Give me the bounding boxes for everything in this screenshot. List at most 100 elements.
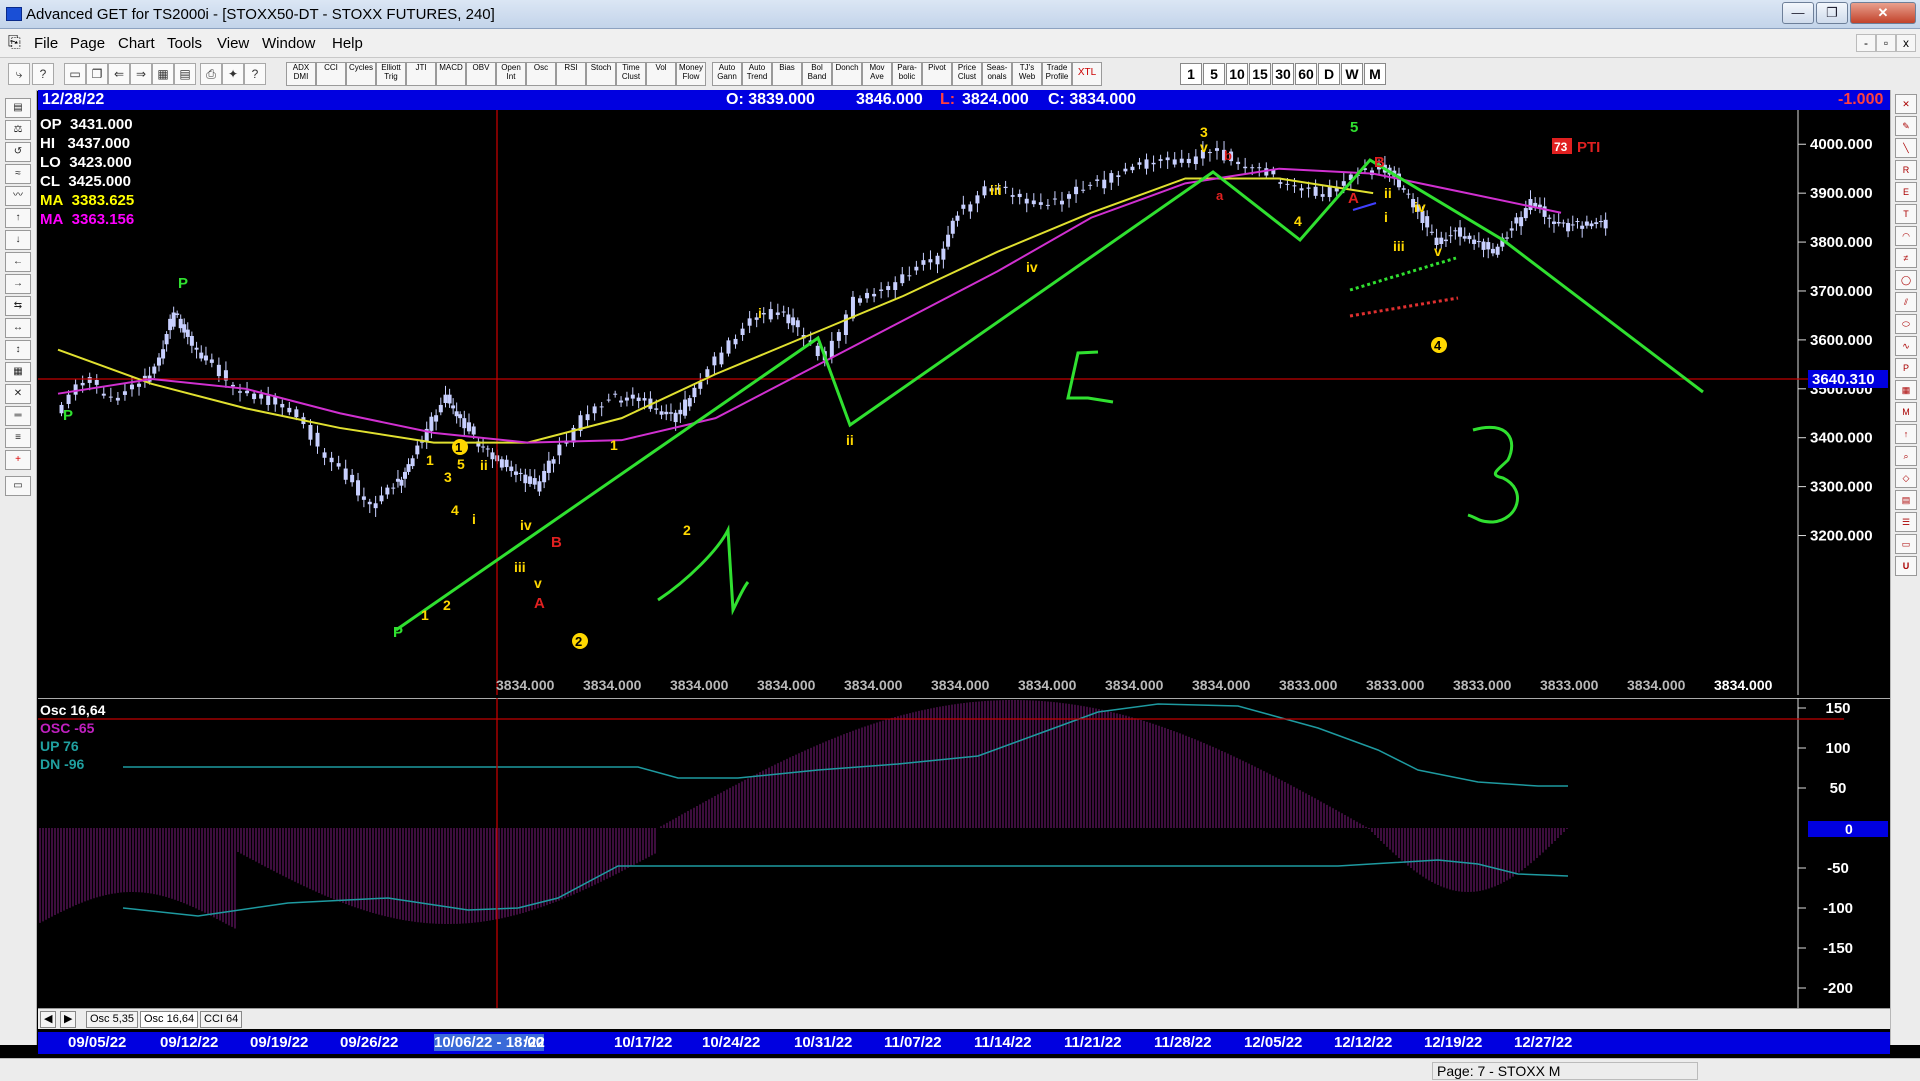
timeframe-1[interactable]: 1 (1180, 63, 1202, 85)
fib-icon[interactable]: ≡ (5, 428, 31, 448)
tab-osc-5-35[interactable]: Osc 5,35 (86, 1011, 139, 1028)
menu-view[interactable]: View (217, 35, 249, 52)
crosshair-icon[interactable]: + (5, 450, 31, 470)
tool-seasonals[interactable]: Seas-onals (982, 62, 1012, 86)
tool-xtl[interactable]: XTL (1072, 62, 1102, 86)
window-right-icon[interactable]: ⇒ (130, 63, 152, 85)
tool-bias[interactable]: Bias (772, 62, 802, 86)
fib-ext-icon[interactable]: E (1895, 182, 1917, 202)
menu-tools[interactable]: Tools (167, 35, 202, 52)
list-icon[interactable]: ☰ (1895, 512, 1917, 532)
maximize-button[interactable]: ❐ (1816, 2, 1848, 24)
arrow-left-icon[interactable]: ← (5, 252, 31, 272)
grid-tool-icon[interactable]: ▦ (1895, 380, 1917, 400)
tool-elliott-trig[interactable]: Elliott Trig (376, 62, 406, 86)
price-chart[interactable]: 4000.000 3900.000 3800.000 3700.000 3600.000… (38, 110, 1890, 695)
mob-icon[interactable]: M (1895, 402, 1917, 422)
open-icon[interactable]: ▤ (5, 98, 31, 118)
compress-icon[interactable]: ⇆ (5, 296, 31, 316)
price-chart-canvas[interactable]: 4000.000 3900.000 3800.000 3700.000 3600.000… (38, 110, 1890, 695)
reset-icon[interactable]: ↺ (5, 142, 31, 162)
tool-open-int[interactable]: Open Int (496, 62, 526, 86)
tool-auto-trend[interactable]: Auto Trend (742, 62, 772, 86)
tool-donch[interactable]: Donch (832, 62, 862, 86)
menu-help[interactable]: Help (332, 35, 363, 52)
tab-osc-16-64[interactable]: Osc 16,64 (140, 1011, 199, 1028)
timeframe-5[interactable]: 5 (1203, 63, 1225, 85)
tool-cycles[interactable]: Cycles (346, 62, 376, 86)
oscillator-pane[interactable]: 150 100 50 -50 -100 -150 -200 0 Osc 16,64 OSC … (38, 698, 1890, 1008)
tab-scroll-right[interactable]: ▶ (60, 1011, 77, 1028)
ellipse-icon[interactable]: ◯ (1895, 270, 1917, 290)
arrow-down-icon[interactable]: ↓ (5, 230, 31, 250)
tool-osc[interactable]: Osc (526, 62, 556, 86)
menu-file[interactable]: File (34, 35, 58, 52)
minimize-button[interactable]: — (1782, 2, 1814, 24)
tab-scroll-left[interactable]: ◀ (40, 1011, 57, 1028)
pointer-icon[interactable]: ⤷ (8, 63, 30, 85)
tool-trade-profile[interactable]: Trade Profile (1042, 62, 1072, 86)
fan-icon[interactable]: ≠ (1895, 248, 1917, 268)
elliott-icon[interactable]: 〰 (5, 186, 31, 206)
help-cursor-icon[interactable]: ? (32, 63, 54, 85)
timeframe-15[interactable]: 15 (1249, 63, 1271, 85)
scales-icon[interactable]: ⚖ (5, 120, 31, 140)
menu-page[interactable]: Page (70, 35, 105, 52)
study-icon[interactable]: ≈ (5, 164, 31, 184)
fib-time-icon[interactable]: T (1895, 204, 1917, 224)
line-tool-icon[interactable]: ╲ (1895, 138, 1917, 158)
tool-tjs-web[interactable]: TJ's Web (1012, 62, 1042, 86)
tool-mov-ave[interactable]: Mov Ave (862, 62, 892, 86)
mdi-minimize-button[interactable]: - (1856, 34, 1876, 52)
magnifier-icon[interactable]: ⌕ (1895, 446, 1917, 466)
mdi-close-button[interactable]: x (1896, 34, 1916, 52)
doc-tool-icon[interactable]: ▭ (1895, 534, 1917, 554)
menu-window[interactable]: Window (262, 35, 315, 52)
timeframe-d[interactable]: D (1318, 63, 1340, 85)
timeframe-m[interactable]: M (1364, 63, 1386, 85)
wave-icon[interactable]: ∿ (1895, 336, 1917, 356)
table-icon[interactable]: ▦ (5, 362, 31, 382)
tool-jti[interactable]: JTI (406, 62, 436, 86)
ellipse-tool-icon[interactable]: ⬭ (1895, 314, 1917, 334)
timeframe-60[interactable]: 60 (1295, 63, 1317, 85)
timeframe-w[interactable]: W (1341, 63, 1363, 85)
undo-icon[interactable]: U (1895, 556, 1917, 576)
arrow-right-icon[interactable]: → (5, 274, 31, 294)
grid-icon[interactable]: ▦ (152, 63, 174, 85)
new-page-icon[interactable]: ▭ (64, 63, 86, 85)
tool-pivot[interactable]: Pivot (922, 62, 952, 86)
gann-icon[interactable]: ✕ (5, 384, 31, 404)
mdi-restore-button[interactable]: ▫ (1876, 34, 1896, 52)
menu-chart[interactable]: Chart (118, 35, 155, 52)
zoom-vertical-icon[interactable]: ↕ (5, 340, 31, 360)
arrow-up-right-icon[interactable]: ↑ (1895, 424, 1917, 444)
tab-cci-64[interactable]: CCI 64 (200, 1011, 243, 1028)
help-icon[interactable]: ? (244, 63, 266, 85)
expand-icon[interactable]: ↔ (5, 318, 31, 338)
lightbulb-icon[interactable]: ✦ (222, 63, 244, 85)
calc-icon[interactable]: ▤ (1895, 490, 1917, 510)
window-left-icon[interactable]: ⇐ (108, 63, 130, 85)
tool-price-clust[interactable]: Price Clust (952, 62, 982, 86)
tool-adx[interactable]: ADX DMI (286, 62, 316, 86)
oscillator-canvas[interactable]: 150 100 50 -50 -100 -150 -200 0 (38, 698, 1890, 1008)
close-button[interactable]: ✕ (1850, 2, 1916, 24)
tool-time-clust[interactable]: Time Clust (616, 62, 646, 86)
tool-parabolic[interactable]: Para-bolic (892, 62, 922, 86)
eraser-icon[interactable]: ◇ (1895, 468, 1917, 488)
layout-icon[interactable]: ▤ (174, 63, 196, 85)
arrow-up-icon[interactable]: ↑ (5, 208, 31, 228)
lines-icon[interactable]: ═ (5, 406, 31, 426)
fib-ret-icon[interactable]: R (1895, 160, 1917, 180)
pen-icon[interactable]: ✎ (1895, 116, 1917, 136)
timeframe-30[interactable]: 30 (1272, 63, 1294, 85)
print-icon[interactable]: ⎙ (200, 63, 222, 85)
notes-icon[interactable]: ▭ (5, 476, 31, 496)
pti-icon[interactable]: P (1895, 358, 1917, 378)
tool-stoch[interactable]: Stoch (586, 62, 616, 86)
arc-icon[interactable]: ◠ (1895, 226, 1917, 246)
timeframe-10[interactable]: 10 (1226, 63, 1248, 85)
tool-cci[interactable]: CCI (316, 62, 346, 86)
copy-icon[interactable]: ❐ (86, 63, 108, 85)
